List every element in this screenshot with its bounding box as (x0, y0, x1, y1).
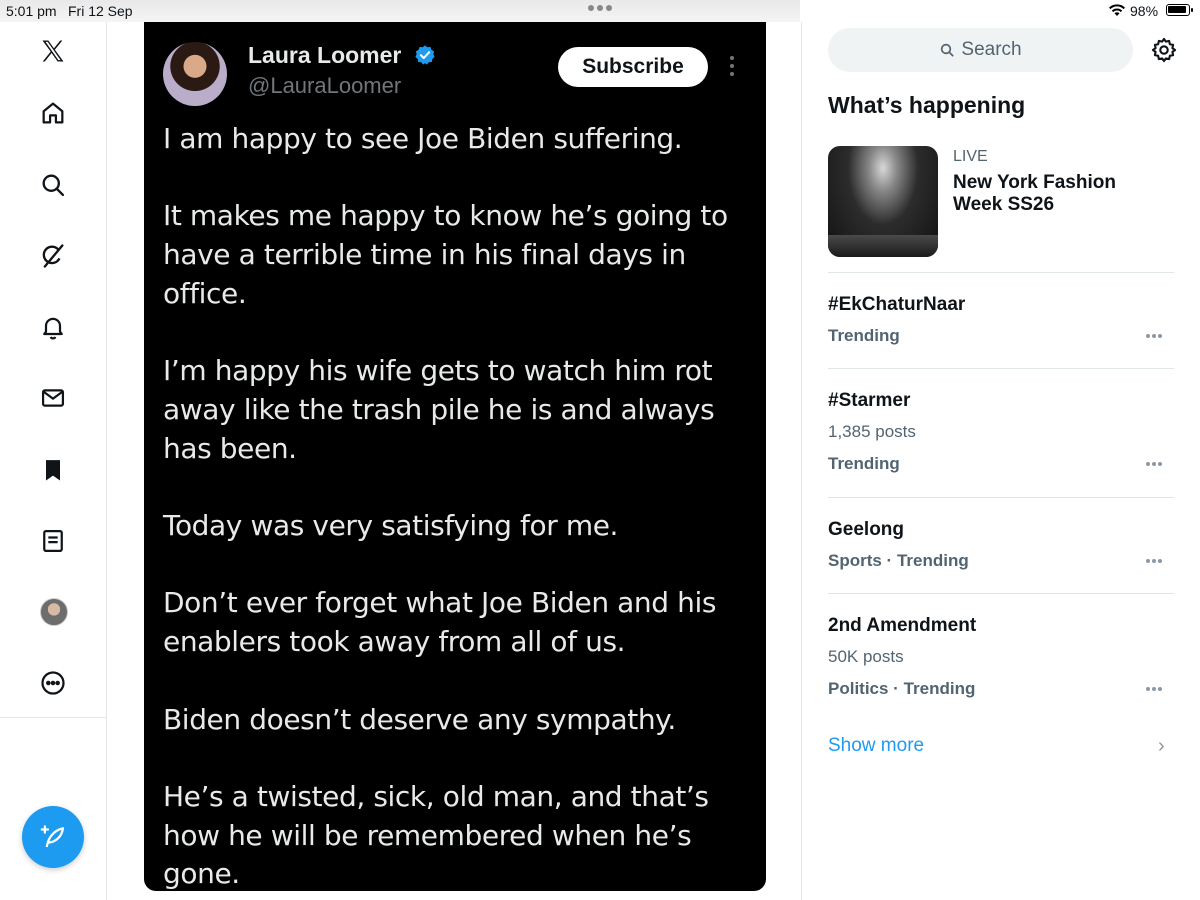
search-placeholder: Search (961, 39, 1022, 60)
search-icon (941, 43, 954, 57)
trend-more-icon[interactable] (1146, 687, 1162, 691)
compose-button[interactable] (22, 806, 84, 868)
trend-more-icon[interactable] (1146, 462, 1162, 466)
trend-name: 2nd Amendment (828, 615, 977, 636)
trend-meta: Sports · Trending (828, 551, 969, 570)
lists-icon[interactable] (38, 526, 68, 556)
status-bar: 5:01 pm Fri 12 Sep 98% (0, 0, 1200, 22)
trend-posts: 1,385 posts (828, 422, 916, 441)
trend-item[interactable]: #EkChaturNaar Trending (828, 272, 1174, 369)
author-avatar[interactable] (163, 42, 227, 106)
multitasking-dots-icon[interactable] (588, 5, 612, 11)
trend-name: #EkChaturNaar (828, 294, 966, 315)
tweet-card[interactable]: Laura Loomer @LauraLoomer Subscribe I am… (144, 22, 766, 891)
trend-item[interactable]: #Starmer 1,385 posts Trending (828, 368, 1174, 498)
live-event-thumbnail (828, 146, 938, 257)
trend-meta: Trending (828, 454, 900, 473)
battery-percent: 98% (1130, 3, 1159, 19)
profile-avatar[interactable] (40, 598, 68, 626)
chevron-right-icon: › (1158, 735, 1165, 757)
x-logo-icon[interactable] (38, 36, 68, 66)
author-handle[interactable]: @LauraLoomer (248, 73, 401, 99)
right-sidebar: Search What’s happening LIVE New York Fa… (802, 22, 1200, 900)
trend-item[interactable]: 2nd Amendment 50K posts Politics · Trend… (828, 593, 1174, 713)
notifications-icon[interactable] (38, 312, 68, 342)
status-time: 5:01 pm (6, 3, 57, 19)
trend-name: #Starmer (828, 390, 911, 411)
trend-meta: Politics · Trending (828, 679, 976, 698)
status-date: Fri 12 Sep (68, 3, 133, 19)
author-name[interactable]: Laura Loomer (248, 42, 401, 69)
trend-meta: Trending (828, 326, 900, 345)
tweet-text: I am happy to see Joe Biden suffering. I… (163, 122, 728, 891)
trend-posts: 50K posts (828, 647, 904, 666)
trend-name: Geelong (828, 519, 905, 540)
grok-icon[interactable] (38, 241, 68, 271)
more-options-icon[interactable] (730, 56, 734, 76)
section-title: What’s happening (828, 92, 1026, 118)
trend-more-icon[interactable] (1146, 559, 1162, 563)
home-icon[interactable] (38, 98, 68, 128)
trend-more-icon[interactable] (1146, 334, 1162, 338)
battery-fill (1168, 6, 1186, 13)
live-event-title: New York Fashion Week SS26 (953, 172, 1116, 215)
settings-gear-icon[interactable] (1150, 36, 1178, 64)
live-event-card[interactable]: LIVE New York Fashion Week SS26 (828, 146, 1174, 273)
trend-item[interactable]: Geelong Sports · Trending (828, 497, 1174, 594)
more-icon[interactable] (38, 668, 68, 698)
subscribe-button[interactable]: Subscribe (558, 47, 708, 87)
wifi-icon (1108, 3, 1126, 20)
messages-icon[interactable] (38, 383, 68, 413)
show-more-link[interactable]: Show more (828, 735, 924, 757)
left-navigation (0, 22, 107, 900)
search-input[interactable]: Search (828, 28, 1133, 72)
compose-feather-icon (40, 825, 65, 848)
verified-badge-icon (414, 44, 436, 71)
main-column: Laura Loomer @LauraLoomer Subscribe I am… (107, 22, 802, 900)
live-label: LIVE (953, 148, 988, 165)
nav-divider (0, 717, 106, 718)
bookmarks-icon[interactable] (38, 455, 68, 485)
battery-icon (1166, 4, 1193, 16)
search-icon[interactable] (38, 170, 68, 200)
